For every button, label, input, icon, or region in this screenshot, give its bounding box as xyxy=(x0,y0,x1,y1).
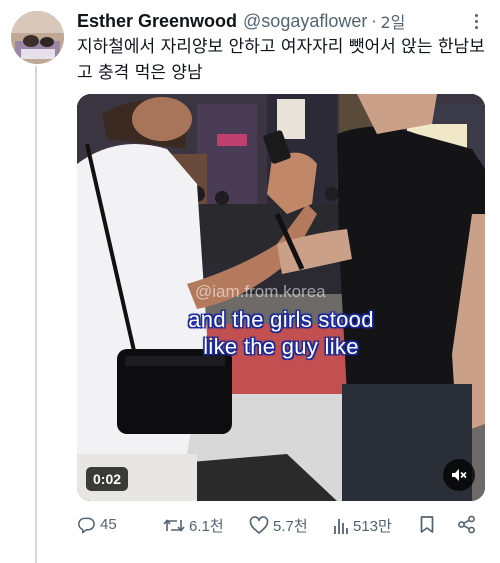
video-player[interactable]: @iam.from.korea and the girls stood like… xyxy=(77,94,485,501)
views-icon xyxy=(334,518,348,534)
retweet-icon xyxy=(163,519,185,532)
thread-line xyxy=(35,66,37,563)
display-name[interactable]: Esther Greenwood xyxy=(77,11,237,32)
like-button[interactable]: 5.7천 xyxy=(249,515,308,536)
heart-icon xyxy=(249,516,269,534)
separator-dot: · xyxy=(371,11,377,31)
share-button[interactable] xyxy=(457,515,476,534)
retweet-button[interactable]: 6.1천 xyxy=(163,515,224,536)
user-handle[interactable]: @sogayaflower xyxy=(243,11,367,32)
action-bar: 45 6.1천 5.7천 513만 xyxy=(77,513,489,539)
video-duration: 0:02 xyxy=(86,467,129,491)
mute-icon[interactable] xyxy=(443,459,475,491)
tweet-header: Esther Greenwood @sogayaflower · 2일 xyxy=(77,9,490,33)
bookmark-button[interactable] xyxy=(419,515,435,534)
retweet-count: 6.1천 xyxy=(189,518,224,535)
views-button[interactable]: 513만 xyxy=(333,515,392,536)
video-subtitle-line2: like the guy like xyxy=(203,334,359,359)
reply-count: 45 xyxy=(100,516,117,533)
like-count: 5.7천 xyxy=(273,518,308,535)
video-subtitle-line1: and the girls stood xyxy=(188,307,374,332)
more-icon[interactable] xyxy=(466,11,486,31)
avatar[interactable] xyxy=(11,11,64,64)
timestamp[interactable]: 2일 xyxy=(380,9,405,33)
avatar-image xyxy=(11,11,64,64)
reply-icon xyxy=(78,517,95,534)
reply-button[interactable]: 45 xyxy=(77,515,117,534)
bookmark-icon xyxy=(420,516,434,533)
video-watermark: @iam.from.korea xyxy=(195,282,326,301)
tweet-text: 지하철에서 자리양보 안하고 여자자리 뺏어서 앉는 한남보고 충격 먹은 양남 xyxy=(77,37,485,83)
share-icon xyxy=(458,515,475,534)
view-count: 513만 xyxy=(353,518,392,535)
